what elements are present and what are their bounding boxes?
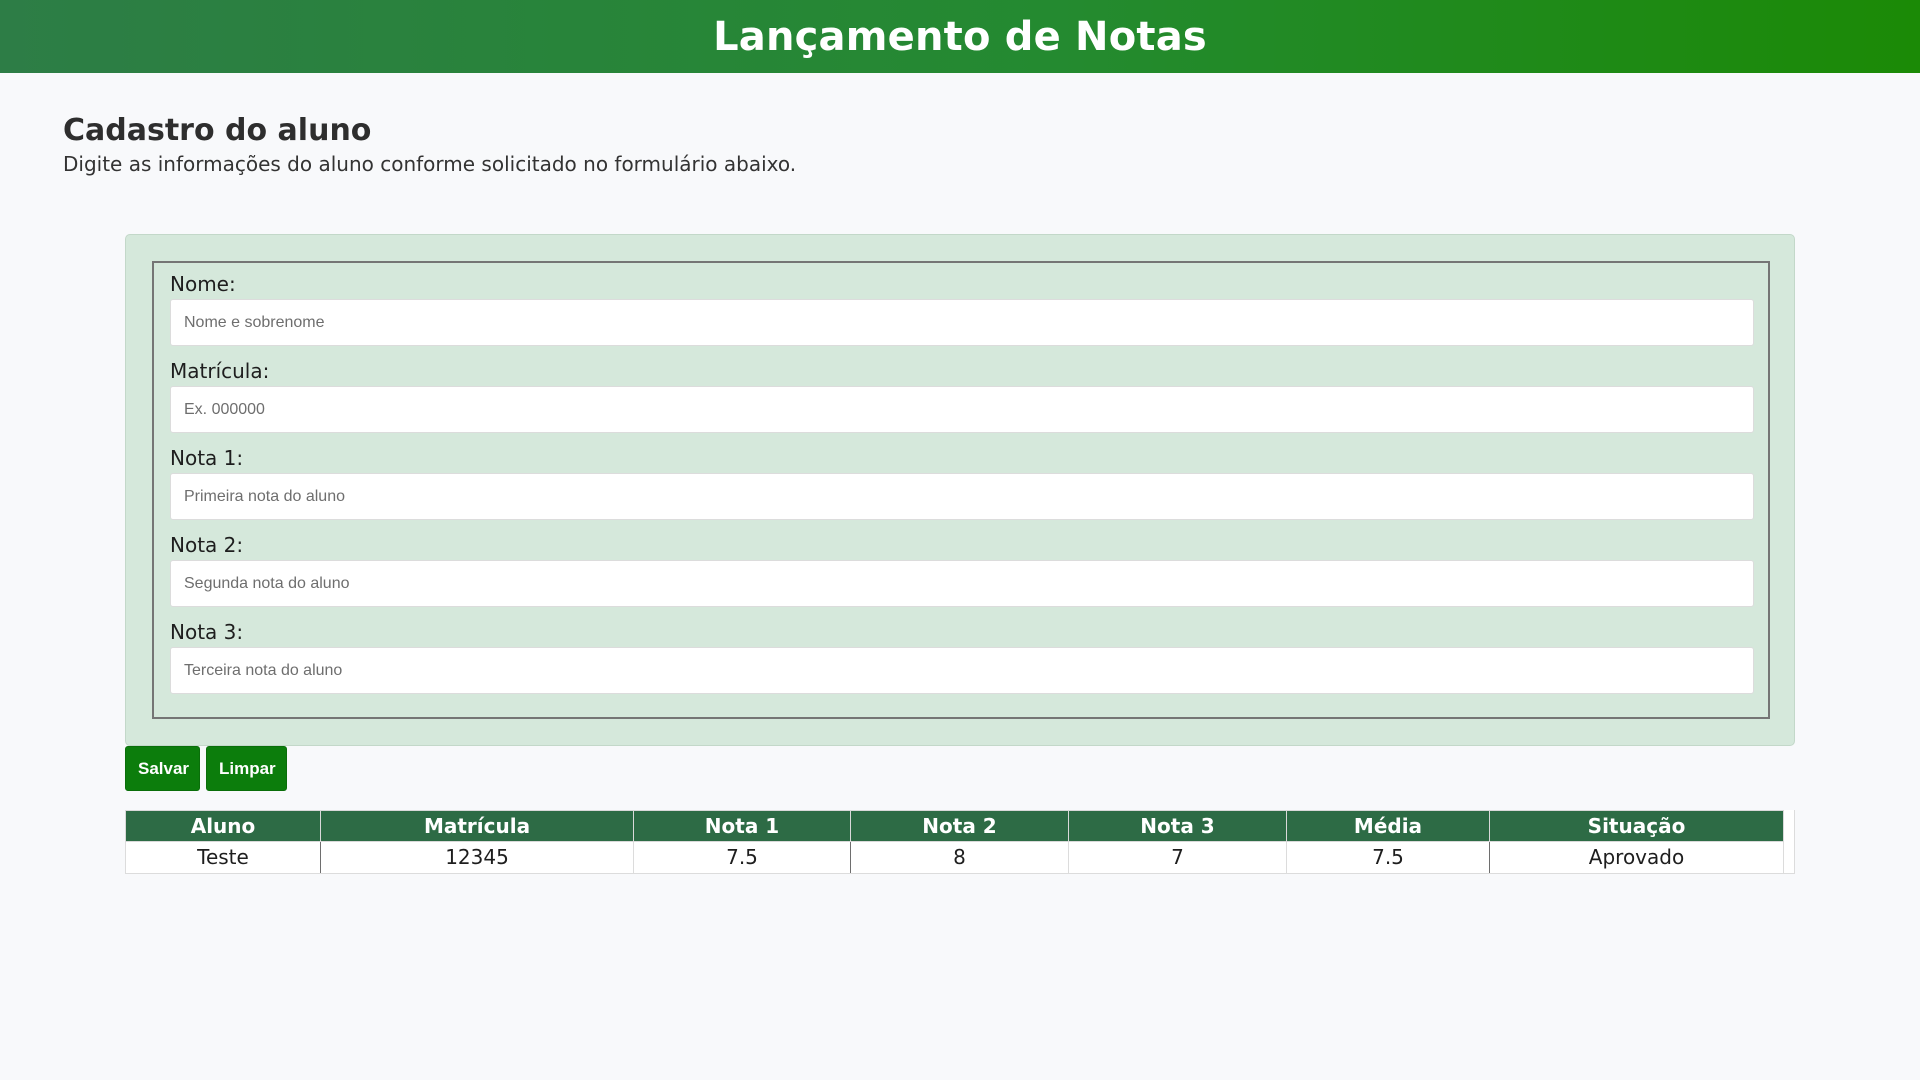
- nota3-input[interactable]: [170, 647, 1754, 694]
- student-form-panel: Nome: Matrícula: Nota 1: Nota 2: Nota 3:: [125, 234, 1795, 746]
- column-header-situacao: Situação: [1489, 810, 1784, 842]
- grades-table-container: Aluno Matrícula Nota 1 Nota 2 Nota 3 Méd…: [125, 810, 1795, 874]
- table-header-row: Aluno Matrícula Nota 1 Nota 2 Nota 3 Méd…: [125, 810, 1784, 842]
- cell-nota3: 7: [1068, 841, 1287, 873]
- nota2-label: Nota 2:: [170, 533, 244, 557]
- nome-label: Nome:: [170, 272, 236, 296]
- student-form-fieldset: Nome: Matrícula: Nota 1: Nota 2: Nota 3:: [152, 261, 1770, 719]
- cell-matricula: 12345: [320, 841, 634, 873]
- field-matricula: Matrícula:: [170, 358, 1754, 433]
- section-title: Cadastro do aluno: [63, 113, 372, 148]
- table-row: Teste 12345 7.5 8 7 7.5 Aprovado: [125, 841, 1784, 873]
- page-title: Lançamento de Notas: [713, 13, 1207, 60]
- column-header-nota3: Nota 3: [1068, 810, 1287, 842]
- app-header: Lançamento de Notas: [0, 0, 1920, 73]
- intro-section: Cadastro do aluno Digite as informações …: [63, 110, 1763, 178]
- field-nota2: Nota 2:: [170, 532, 1754, 607]
- save-button[interactable]: Salvar: [125, 746, 200, 791]
- nota1-label: Nota 1:: [170, 446, 244, 470]
- form-actions: Salvar Limpar: [125, 746, 287, 791]
- nota1-input[interactable]: [170, 473, 1754, 520]
- cell-nota1: 7.5: [633, 841, 851, 873]
- nota3-label: Nota 3:: [170, 620, 244, 644]
- grades-table: Aluno Matrícula Nota 1 Nota 2 Nota 3 Méd…: [125, 810, 1784, 873]
- field-nome: Nome:: [170, 271, 1754, 346]
- section-description: Digite as informações do aluno conforme …: [63, 152, 797, 176]
- column-header-nota1: Nota 1: [633, 810, 851, 842]
- column-header-media: Média: [1286, 810, 1490, 842]
- column-header-aluno: Aluno: [125, 810, 321, 842]
- column-header-nota2: Nota 2: [850, 810, 1069, 842]
- matricula-input[interactable]: [170, 386, 1754, 433]
- column-header-matricula: Matrícula: [320, 810, 634, 842]
- cell-aluno: Teste: [125, 841, 321, 873]
- cell-nota2: 8: [850, 841, 1069, 873]
- field-nota1: Nota 1:: [170, 445, 1754, 520]
- cell-situacao: Aprovado: [1489, 841, 1784, 873]
- matricula-label: Matrícula:: [170, 359, 270, 383]
- clear-button[interactable]: Limpar: [206, 746, 287, 791]
- nota2-input[interactable]: [170, 560, 1754, 607]
- cell-media: 7.5: [1286, 841, 1490, 873]
- nome-input[interactable]: [170, 299, 1754, 346]
- field-nota3: Nota 3:: [170, 619, 1754, 694]
